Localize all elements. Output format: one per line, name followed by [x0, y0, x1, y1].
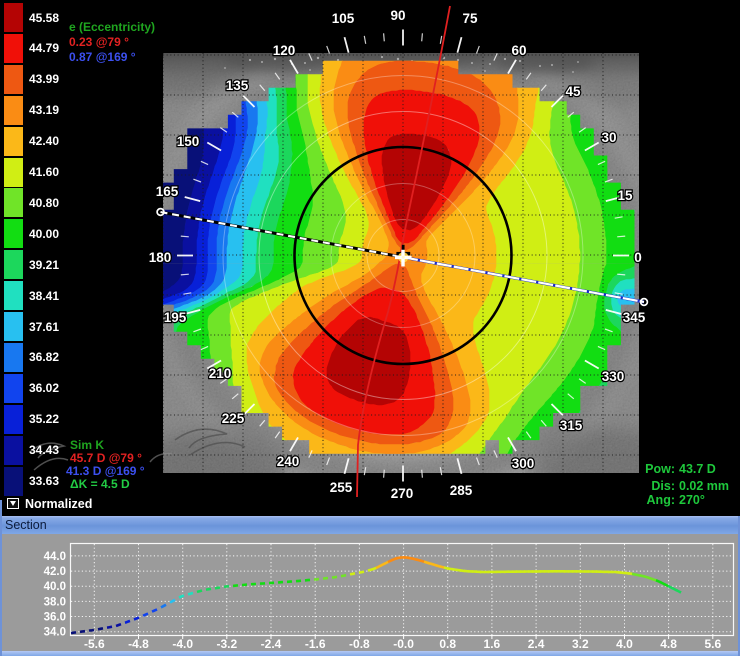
svg-text:270: 270	[391, 486, 414, 501]
svg-text:345: 345	[623, 310, 646, 325]
svg-text:4.0: 4.0	[616, 637, 633, 651]
svg-text:165: 165	[156, 184, 179, 199]
svg-text:105: 105	[332, 11, 355, 26]
svg-text:15: 15	[617, 188, 633, 203]
svg-text:330: 330	[602, 369, 625, 384]
svg-text:-2.4: -2.4	[261, 637, 282, 651]
svg-text:4.8: 4.8	[660, 637, 677, 651]
svg-text:-4.0: -4.0	[172, 637, 193, 651]
svg-text:3.2: 3.2	[572, 637, 589, 651]
svg-text:60: 60	[511, 43, 526, 58]
svg-text:120: 120	[273, 43, 296, 58]
svg-text:240: 240	[277, 454, 300, 469]
svg-text:255: 255	[330, 480, 353, 495]
svg-text:195: 195	[164, 310, 187, 325]
svg-text:40.0: 40.0	[44, 581, 66, 593]
svg-text:36.0: 36.0	[44, 612, 66, 624]
svg-text:1.6: 1.6	[484, 637, 501, 651]
svg-text:-0.8: -0.8	[349, 637, 370, 651]
svg-text:210: 210	[209, 366, 232, 381]
svg-text:0: 0	[634, 250, 642, 265]
svg-text:-4.8: -4.8	[128, 637, 149, 651]
svg-text:75: 75	[462, 11, 478, 26]
svg-text:45: 45	[565, 84, 581, 99]
svg-text:285: 285	[450, 483, 473, 498]
svg-text:-0.0: -0.0	[393, 637, 414, 651]
svg-text:150: 150	[177, 134, 200, 149]
svg-text:2.4: 2.4	[528, 637, 545, 651]
svg-text:34.0: 34.0	[44, 627, 66, 639]
svg-text:44.0: 44.0	[44, 551, 66, 563]
svg-text:5.6: 5.6	[704, 637, 721, 651]
svg-text:-5.6: -5.6	[84, 637, 105, 651]
svg-text:0.8: 0.8	[439, 637, 456, 651]
svg-text:30: 30	[601, 130, 616, 145]
svg-text:315: 315	[560, 418, 583, 433]
svg-text:42.0: 42.0	[44, 566, 66, 578]
svg-text:180: 180	[149, 250, 172, 265]
svg-text:90: 90	[390, 8, 405, 23]
svg-text:-3.2: -3.2	[216, 637, 237, 651]
svg-text:-1.6: -1.6	[305, 637, 326, 651]
svg-text:225: 225	[222, 411, 245, 426]
svg-text:135: 135	[226, 78, 249, 93]
svg-text:38.0: 38.0	[44, 596, 66, 608]
